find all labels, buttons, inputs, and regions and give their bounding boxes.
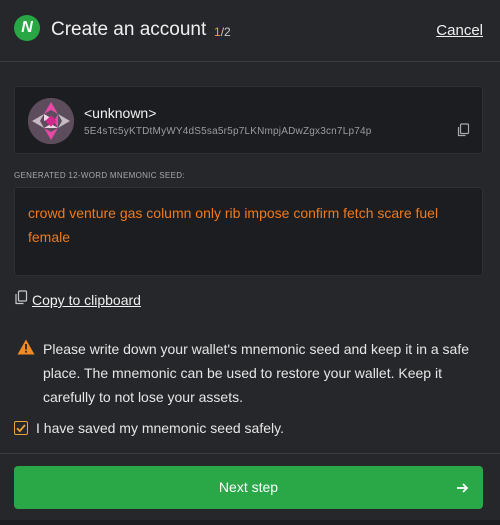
arrow-right-icon (455, 481, 469, 495)
copy-icon[interactable] (456, 123, 470, 137)
next-step-button[interactable]: Next step (14, 466, 483, 509)
saved-checkbox[interactable] (14, 421, 28, 435)
page-title: Create an account (51, 19, 207, 40)
warning-text: Please write down your wallet's mnemonic… (43, 341, 470, 405)
saved-checkbox-label: I have saved my mnemonic seed safely. (36, 420, 284, 436)
cancel-link[interactable]: Cancel (436, 22, 483, 39)
step-indicator: 1/2 (214, 25, 231, 39)
seed-phrase: crowd venture gas column only rib impose… (14, 187, 483, 276)
copy-to-clipboard-link[interactable]: Copy to clipboard (14, 290, 141, 310)
account-address: 5E4sTc5yKTDtMyWY4dS5sa5r5p7LKNmpjADwZgx3… (84, 126, 372, 137)
app-logo: N (14, 15, 40, 41)
copy-to-clipboard-label: Copy to clipboard (32, 292, 141, 308)
account-name: <unknown> (84, 105, 157, 121)
seed-label: GENERATED 12-WORD MNEMONIC SEED: (14, 171, 185, 180)
identicon-icon (28, 98, 74, 144)
next-step-label: Next step (218, 479, 279, 495)
header: N Create an account 1/2 Cancel (0, 0, 500, 62)
account-card: <unknown> 5E4sTc5yKTDtMyWY4dS5sa5r5p7LKN… (14, 86, 483, 154)
step-current: 1 (214, 25, 221, 39)
footer: Next step (0, 453, 500, 525)
saved-confirmation[interactable]: I have saved my mnemonic seed safely. (14, 420, 284, 436)
logo-letter: N (21, 19, 33, 36)
bottom-strip (0, 520, 500, 525)
copy-icon (14, 290, 28, 310)
step-total: /2 (220, 25, 231, 39)
warning-icon (17, 339, 35, 355)
check-icon (16, 424, 26, 433)
